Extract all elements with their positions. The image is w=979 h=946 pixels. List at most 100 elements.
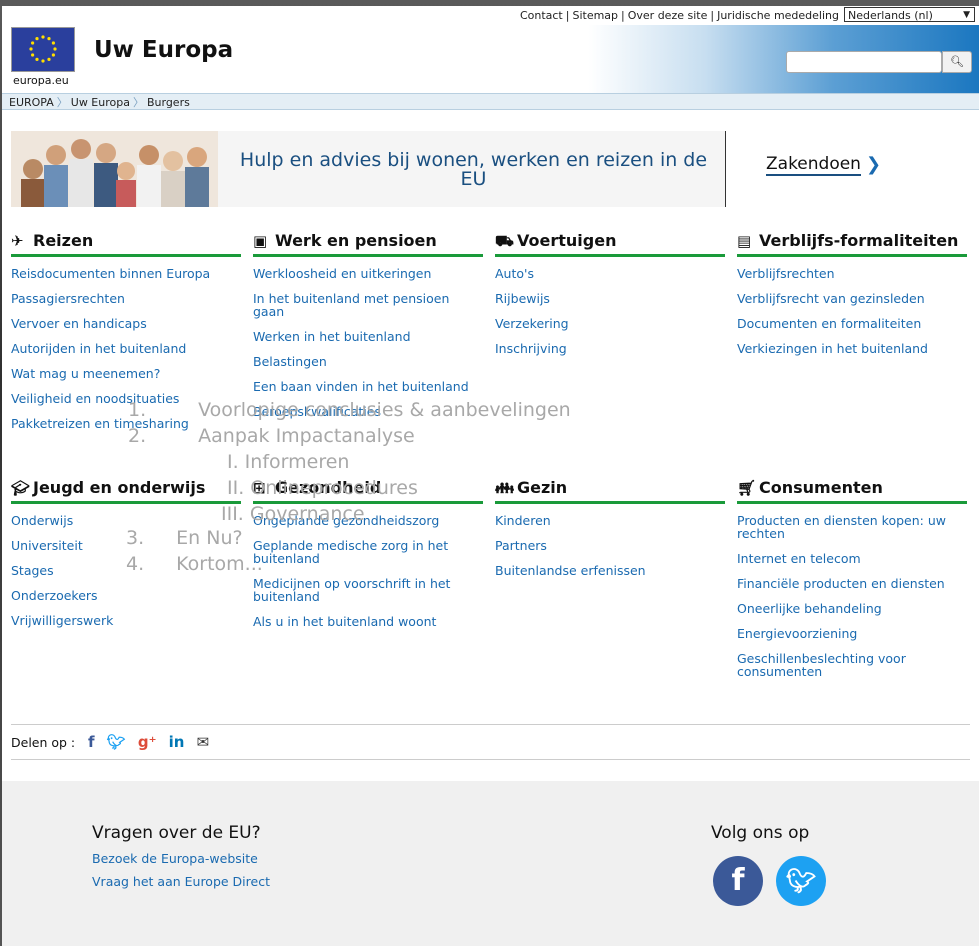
language-value: Nederlands (nl): [848, 9, 933, 22]
category-link[interactable]: Auto's: [495, 267, 725, 280]
category-link[interactable]: Een baan vinden in het buitenland: [253, 380, 483, 393]
category-heading[interactable]: 🎓︎ Jeugd en onderwijs: [11, 475, 241, 504]
email-icon[interactable]: ✉: [197, 733, 210, 751]
share-label: Delen op :: [11, 735, 76, 750]
category-link[interactable]: Medicijnen op voorschrift in het buitenl…: [253, 577, 483, 603]
category-heading[interactable]: 👪︎ Gezin: [495, 475, 725, 504]
graduation-cap-icon: 🎓︎: [11, 479, 31, 497]
site-title: Uw Europa: [94, 37, 234, 63]
category-heading[interactable]: ▣ Werk en pensioen: [253, 228, 483, 257]
category-link[interactable]: Geschillenbeslechting voor consumenten: [737, 652, 967, 678]
chevron-down-icon: ▼: [963, 10, 970, 20]
about-link[interactable]: Over deze site: [628, 9, 708, 22]
category-link[interactable]: Als u in het buitenland woont: [253, 615, 483, 628]
breadcrumb-europa[interactable]: EUROPA: [9, 96, 54, 109]
category-link[interactable]: Wat mag u meenemen?: [11, 367, 241, 380]
category-link[interactable]: Verblijfsrecht van gezinsleden: [737, 292, 967, 305]
category-heading[interactable]: ▤ Verblijfs-formaliteiten: [737, 228, 967, 257]
category-heading[interactable]: ⛟ Voertuigen: [495, 228, 725, 257]
category-link[interactable]: Onderzoekers: [11, 589, 241, 602]
search-input[interactable]: [786, 51, 942, 73]
category-link[interactable]: Autorijden in het buitenland: [11, 342, 241, 355]
twitter-icon[interactable]: 🐦︎: [776, 856, 826, 906]
banner: Hulp en advies bij wonen, werken en reiz…: [11, 131, 726, 207]
id-card-icon: ▤: [737, 232, 752, 250]
category-link[interactable]: Kinderen: [495, 514, 725, 527]
category-link[interactable]: Reisdocumenten binnen Europa: [11, 267, 241, 280]
category-link[interactable]: Vervoer en handicaps: [11, 317, 241, 330]
category-link[interactable]: Verblijfsrechten: [737, 267, 967, 280]
search-icon: 🔍︎: [950, 55, 964, 68]
category-consumenten: 🛒︎ Consumenten Producten en diensten kope…: [737, 475, 967, 690]
category-link[interactable]: Passagiersrechten: [11, 292, 241, 305]
category-link[interactable]: Belastingen: [253, 355, 483, 368]
google-plus-icon[interactable]: g⁺: [138, 733, 157, 751]
briefcase-icon: ▣: [253, 232, 268, 250]
category-link[interactable]: Geplande medische zorg in het buitenland: [253, 539, 483, 565]
language-select[interactable]: Nederlands (nl) ▼: [844, 7, 975, 22]
category-heading[interactable]: 🛒︎ Consumenten: [737, 475, 967, 504]
divider: [11, 759, 970, 760]
overlay-item-3: 3. En Nu?: [126, 527, 243, 549]
chevron-right-icon: 〉: [56, 96, 68, 109]
europa-website-link[interactable]: Bezoek de Europa-website: [92, 851, 258, 866]
facebook-icon[interactable]: f: [713, 856, 763, 906]
banner-people-image: [11, 131, 218, 207]
search-button[interactable]: 🔍︎: [942, 51, 972, 73]
chevron-right-icon: 〉: [132, 96, 144, 109]
category-link[interactable]: Buitenlandse erfenissen: [495, 564, 725, 577]
divider: [11, 724, 970, 725]
page: Contact | Sitemap | Over deze site | Juridisch…: [2, 6, 979, 946]
footer-questions-title: Vragen over de EU?: [92, 823, 261, 843]
category-link[interactable]: Financiële producten en diensten: [737, 577, 967, 590]
category-link[interactable]: Inschrijving: [495, 342, 725, 355]
category-link[interactable]: Internet en telecom: [737, 552, 967, 565]
zakendoen-link[interactable]: Zakendoen: [766, 154, 861, 176]
share-icons: f 🐦︎ g⁺ in ✉: [88, 733, 217, 751]
facebook-icon[interactable]: f: [88, 733, 95, 751]
category-link[interactable]: Vrijwilligerswerk: [11, 614, 241, 627]
footer: Vragen over de EU? Bezoek de Europa-webs…: [2, 781, 979, 946]
overlay-item-2: 2. Aanpak Impactanalyse: [128, 425, 415, 447]
overlay-subitem-3: III. Governance: [221, 503, 365, 525]
overlay-item-4: 4. Kortom...: [126, 553, 263, 575]
car-icon: ⛟: [495, 232, 514, 250]
family-icon: 👪︎: [495, 479, 515, 497]
eu-flag-logo[interactable]: [11, 27, 75, 72]
shopping-cart-icon: 🛒︎: [737, 479, 757, 497]
category-link[interactable]: Documenten en formaliteiten: [737, 317, 967, 330]
linkedin-icon[interactable]: in: [169, 733, 185, 751]
sitemap-link[interactable]: Sitemap: [572, 9, 618, 22]
top-utility-bar: Contact | Sitemap | Over deze site | Juridisch…: [2, 6, 979, 25]
category-heading[interactable]: ✈ Reizen: [11, 228, 241, 257]
twitter-icon[interactable]: 🐦︎: [107, 733, 126, 751]
category-link[interactable]: Verkiezingen in het buitenland: [737, 342, 967, 355]
overlay-subitem-1: I. Informeren: [227, 451, 350, 473]
category-voertuigen: ⛟ Voertuigen Auto's Rijbewijs Verzekering…: [495, 228, 725, 367]
europe-direct-link[interactable]: Vraag het aan Europe Direct: [92, 874, 270, 889]
category-link[interactable]: Werken in het buitenland: [253, 330, 483, 343]
category-gezondheid: ⊞ Gezondheid Ongeplande gezondheidszorg G…: [253, 475, 483, 640]
category-link[interactable]: Verzekering: [495, 317, 725, 330]
overlay-subitem-2: II. Onlineprocedures: [227, 477, 418, 499]
breadcrumb: EUROPA 〉 Uw Europa 〉 Burgers: [2, 93, 979, 110]
category-link[interactable]: Werkloosheid en uitkeringen: [253, 267, 483, 280]
europa-eu-label: europa.eu: [13, 74, 69, 87]
category-gezin: 👪︎ Gezin Kinderen Partners Buitenlandse e…: [495, 475, 725, 589]
plane-icon: ✈: [11, 232, 24, 250]
site-header: europa.eu Uw Europa 🔍︎: [2, 25, 979, 93]
follow-us-title: Volg ons op: [711, 823, 810, 843]
category-link[interactable]: Partners: [495, 539, 725, 552]
banner-divider: [725, 131, 726, 207]
category-link[interactable]: Rijbewijs: [495, 292, 725, 305]
legal-notice-link[interactable]: Juridische mededeling: [717, 9, 839, 22]
top-links: Contact | Sitemap | Over deze site | Juridisch…: [519, 9, 839, 22]
category-link[interactable]: Producten en diensten kopen: uw rechten: [737, 514, 967, 540]
category-link[interactable]: Energievoorziening: [737, 627, 967, 640]
contact-link[interactable]: Contact: [520, 9, 563, 22]
breadcrumb-uw-europa[interactable]: Uw Europa: [71, 96, 130, 109]
category-link[interactable]: Oneerlijke behandeling: [737, 602, 967, 615]
category-link[interactable]: Onderwijs: [11, 514, 241, 527]
category-link[interactable]: In het buitenland met pensioen gaan: [253, 292, 483, 318]
banner-title: Hulp en advies bij wonen, werken en reiz…: [239, 149, 708, 190]
